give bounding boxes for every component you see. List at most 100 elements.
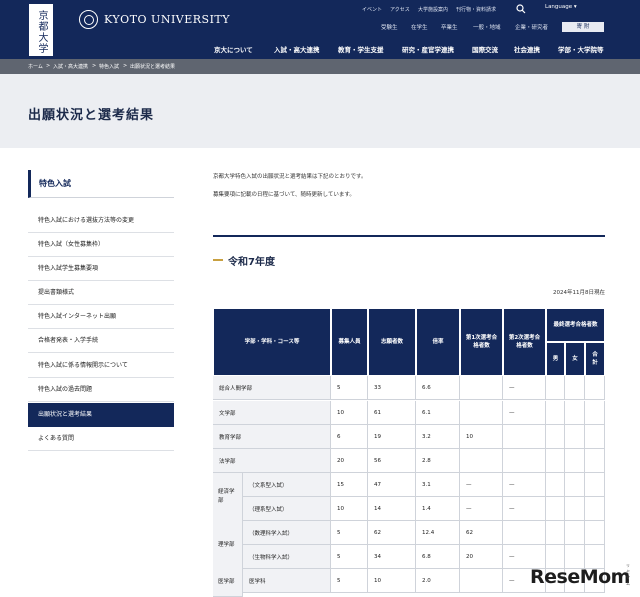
audience-link-applicants[interactable]: 受験生 [381, 23, 398, 31]
sidebar-item[interactable]: 特色入試の過去問題 [28, 378, 174, 402]
table-cell-ratio: 3.2 [416, 425, 460, 449]
chevron-down-icon: ▾ [573, 4, 577, 10]
sidebar-item[interactable]: 提出書類様式 [28, 281, 174, 305]
table-cell-final-empty [546, 425, 565, 449]
util-link-facilities[interactable]: 大学施設案内 [418, 6, 448, 13]
table-header-ratio: 倍率 [416, 308, 460, 376]
table-cell-pass1: — [460, 497, 503, 521]
page-hero: 出願状況と選考結果 [0, 74, 640, 148]
nav-education[interactable]: 教育・学生支援 [338, 44, 384, 54]
nav-research[interactable]: 研究・産官学連携 [402, 44, 454, 54]
table-cell-final-empty [546, 401, 565, 425]
table-cell-faculty: 総合人間学部 [213, 376, 331, 400]
table-cell-ratio: 6.6 [416, 376, 460, 400]
table-cell-final-empty [565, 449, 585, 473]
table-cell-ratio: 3.1 [416, 473, 460, 497]
table-cell-pass1: 20 [460, 545, 503, 569]
language-selector[interactable]: Language ▾ [545, 4, 577, 10]
sidebar-item[interactable]: 特色入試インターネット出願 [28, 305, 174, 329]
section-title: 令和7年度 [228, 257, 275, 268]
audience-link-students[interactable]: 在学生 [411, 23, 428, 31]
table-cell-course: （生物科学入試） [243, 545, 331, 569]
university-emblem-icon[interactable] [79, 10, 98, 29]
divider [213, 235, 605, 237]
nav-international[interactable]: 国際交流 [472, 44, 498, 54]
table-cell-pass1 [460, 449, 503, 473]
table-cell-final-empty [546, 449, 565, 473]
as-of-date: 2024年11月8日現在 [553, 290, 605, 296]
table-cell-pass1: 10 [460, 425, 503, 449]
table-cell-final-empty [585, 521, 605, 545]
table-cell-final-empty [565, 497, 585, 521]
table-cell-ratio: 6.8 [416, 545, 460, 569]
table-cell-applicants: 14 [368, 497, 416, 521]
sidebar-item[interactable]: 特色入試学生募集要項 [28, 257, 174, 281]
sidebar-item[interactable]: 特色入試（女性募集枠） [28, 233, 174, 257]
table-cell-final-empty [585, 497, 605, 521]
university-name[interactable]: KYOTO UNIVERSITY [104, 13, 230, 26]
table-cell-final-empty [546, 473, 565, 497]
table-cell-final-empty [585, 449, 605, 473]
table-cell-ratio: 2.0 [416, 569, 460, 593]
table-cell-applicants: 61 [368, 401, 416, 425]
table-cell-pass2: — [503, 376, 546, 400]
search-icon[interactable] [516, 4, 526, 14]
util-link-events[interactable]: イベント [362, 6, 382, 13]
donation-button[interactable]: 寄 附 [562, 22, 604, 32]
audience-link-public[interactable]: 一般・地域 [473, 23, 501, 31]
nav-admissions[interactable]: 入試・高大連携 [274, 44, 320, 54]
table-header-quota: 募集人員 [331, 308, 368, 376]
sidebar-item[interactable]: 特色入試に係る情報開示について [28, 354, 174, 378]
util-link-access[interactable]: アクセス [390, 6, 410, 13]
table-cell-pass2: — [503, 401, 546, 425]
table-cell-pass2 [503, 449, 546, 473]
nav-community[interactable]: 社会連携 [514, 44, 540, 54]
table-header-female: 女 [565, 342, 585, 376]
section-marker [213, 259, 223, 261]
sidebar-item-active[interactable]: 出願状況と選考結果 [28, 403, 174, 427]
table-header-dept: 学部・学科・コース等 [213, 308, 331, 376]
table-cell-final-empty [546, 497, 565, 521]
table-cell-pass1: 62 [460, 521, 503, 545]
watermark-text: ReseMom [530, 566, 630, 588]
nav-faculties[interactable]: 学部・大学院等 [558, 44, 604, 54]
table-cell-course: （文系型入試） [243, 473, 331, 497]
nav-about[interactable]: 京大について [214, 44, 253, 54]
util-link-publications[interactable]: 刊行物・資料請求 [456, 6, 496, 13]
sidebar-item[interactable]: よくある質問 [28, 427, 174, 451]
language-label: Language [545, 4, 573, 10]
sidebar-item[interactable]: 合格者発表・入学手続 [28, 329, 174, 353]
table-header-pass2: 第2次選考合格者数 [503, 308, 546, 376]
intro-text-update: 募集要項に記載の日程に基づいて、随時更新しています。 [213, 192, 355, 198]
table-cell-faculty: 理学部 [213, 521, 243, 570]
breadcrumb-home[interactable]: ホーム [28, 63, 43, 70]
table-header-pass1: 第1次選考合格者数 [460, 308, 503, 376]
sidebar-item[interactable]: 特色入試における選抜方法等の変更 [28, 209, 174, 233]
watermark-logo: ReseMom リセマム [530, 563, 630, 588]
table-cell-applicants: 10 [368, 569, 416, 593]
table-cell-pass2: — [503, 473, 546, 497]
table-cell-applicants: 62 [368, 521, 416, 545]
table-cell-final-empty [585, 473, 605, 497]
table-header-final: 最終選考合格者数 [546, 308, 605, 342]
table-cell-ratio: 6.1 [416, 401, 460, 425]
table-cell-pass1 [460, 569, 503, 593]
table-cell-pass2: — [503, 497, 546, 521]
table-cell-quota: 20 [331, 449, 368, 473]
table-cell-final-empty [546, 376, 565, 400]
table-header-male: 男 [546, 342, 565, 376]
table-cell-faculty: 法学部 [213, 449, 331, 473]
table-cell-pass1: — [460, 473, 503, 497]
breadcrumb-current: 出願状況と選考結果 [130, 64, 176, 70]
watermark-sub: リセマム [626, 563, 630, 586]
breadcrumb-admissions[interactable]: 入試・高大連携 [53, 63, 88, 70]
sidebar-title[interactable]: 特色入試 [28, 170, 174, 198]
breadcrumb-special-admissions[interactable]: 特色入試 [99, 63, 119, 70]
university-logo-kanji[interactable]: 京都大学 [29, 4, 53, 56]
table-cell-quota: 5 [331, 545, 368, 569]
audience-link-business[interactable]: 企業・研究者 [515, 23, 548, 31]
audience-link-alumni[interactable]: 卒業生 [441, 23, 458, 31]
table-cell-course: （数理科学入試） [243, 521, 331, 545]
table-cell-quota: 15 [331, 473, 368, 497]
breadcrumb: ホーム > 入試・高大連携 > 特色入試 > 出願状況と選考結果 [0, 59, 640, 74]
